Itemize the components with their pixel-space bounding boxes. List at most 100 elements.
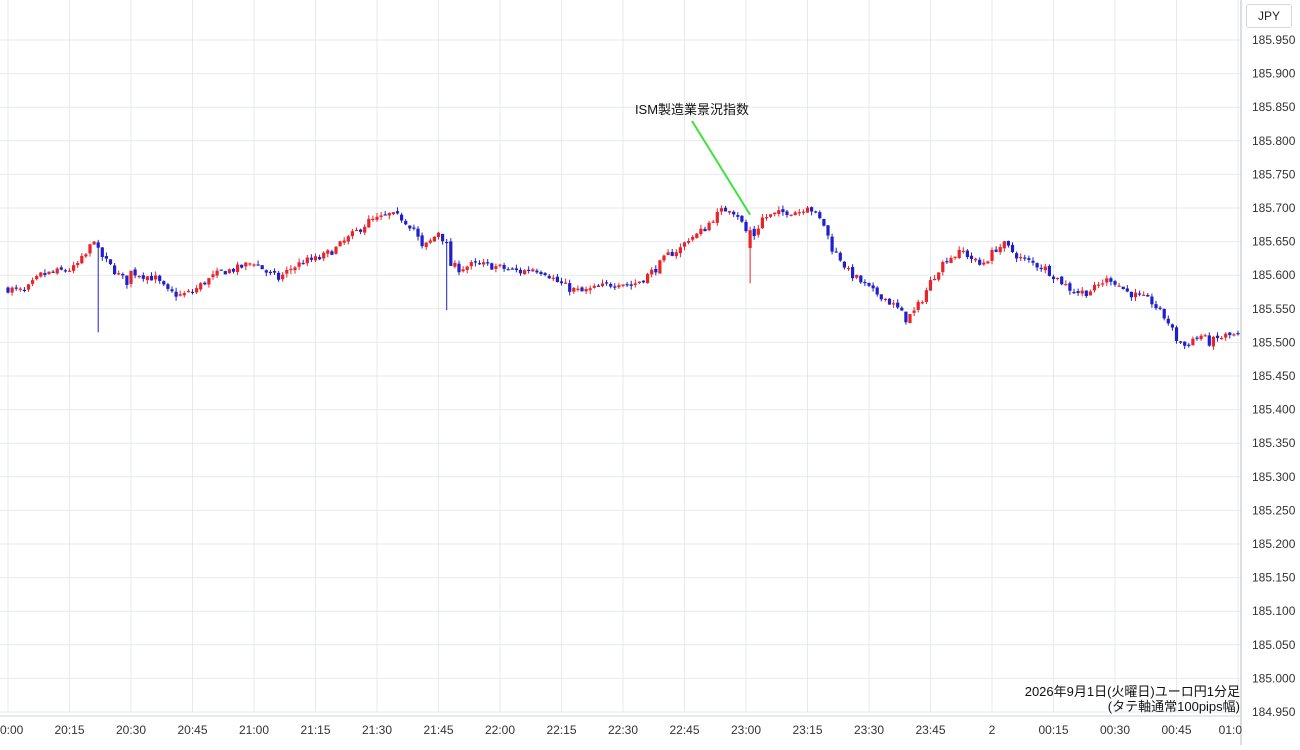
candle-body-down <box>1047 265 1051 276</box>
candle-body-down <box>559 281 564 284</box>
candle-body-up <box>482 262 486 265</box>
candle-body-up <box>1133 292 1138 298</box>
candle-body-down <box>473 261 477 263</box>
candle-body-up <box>961 250 965 253</box>
candle-body-down <box>1109 278 1113 282</box>
candle-body-down <box>871 285 875 289</box>
candle-body-up <box>1088 291 1092 296</box>
candle-body-up <box>584 288 588 292</box>
candle-body-up <box>1142 294 1146 296</box>
candle-body-down <box>330 251 334 255</box>
x-tick-label: 23:45 <box>915 723 945 737</box>
candle-body-up <box>933 278 937 281</box>
candle-body-up <box>1002 241 1006 249</box>
candle-body-up <box>588 288 592 291</box>
candle-body-down <box>703 228 707 232</box>
candle-body-up <box>928 280 933 291</box>
candle-body-up <box>289 268 293 271</box>
candle-body-down <box>904 311 908 323</box>
y-tick-label: 185.850 <box>1252 100 1296 114</box>
candle-body-up <box>47 271 51 274</box>
candle-body-up <box>322 252 326 259</box>
candle-body-up <box>26 284 31 290</box>
candle-body-down <box>1035 263 1039 268</box>
candle-body-up <box>67 270 72 272</box>
candle-body-up <box>924 290 928 302</box>
y-tick-label: 185.350 <box>1252 436 1296 450</box>
candle-body-up <box>227 269 231 274</box>
candle-body-down <box>359 229 363 232</box>
y-tick-label: 185.300 <box>1252 470 1296 484</box>
candle-body-down <box>1158 307 1162 309</box>
y-tick-label: 185.450 <box>1252 369 1296 383</box>
candle-body-up <box>379 215 383 217</box>
annotation-layer: ISM製造業景況指数 <box>635 102 751 216</box>
candle-body-down <box>231 268 236 272</box>
candle-body-down <box>121 273 125 276</box>
candle-body-up <box>39 272 43 277</box>
candle-body-up <box>1101 283 1105 285</box>
y-tick-label: 185.650 <box>1252 235 1296 249</box>
candle-body-up <box>182 293 186 296</box>
candle-body-down <box>383 214 387 216</box>
y-tick-label: 185.250 <box>1252 503 1296 517</box>
candle-body-up <box>334 246 338 254</box>
candle-body-up <box>773 212 777 215</box>
candle-body-up <box>666 252 670 256</box>
candle-body-down <box>1195 337 1199 339</box>
candle-body-up <box>892 303 896 305</box>
candle-body-up <box>564 282 568 284</box>
candle-body-up <box>523 270 527 275</box>
y-tick-label: 185.500 <box>1252 335 1296 349</box>
x-tick-label: 22:15 <box>546 723 576 737</box>
candle-body-down <box>535 270 539 273</box>
candle-body-down <box>1084 290 1088 297</box>
candle-body-up <box>974 258 978 261</box>
candle-body-up <box>338 241 342 247</box>
candle-body-up <box>461 269 465 272</box>
candle-body-up <box>428 240 432 243</box>
candle-body-down <box>547 275 551 279</box>
candle-body-up <box>1097 284 1101 286</box>
candle-body-up <box>621 284 625 286</box>
y-tick-label: 185.000 <box>1252 671 1296 685</box>
chart-svg: ISM製造業景況指数 185.950185.900185.850185.8001… <box>0 0 1296 745</box>
y-tick-label: 185.700 <box>1252 201 1296 215</box>
candle-body-down <box>1006 240 1010 246</box>
candle-body-up <box>937 272 941 280</box>
candle-body-up <box>211 274 215 277</box>
candle-body-down <box>416 228 420 237</box>
candle-body-down <box>1150 296 1154 305</box>
y-tick-label: 185.900 <box>1252 67 1296 81</box>
candle-body-down <box>670 252 674 256</box>
candle-body-down <box>104 256 108 259</box>
x-tick-label: 21:45 <box>423 723 453 737</box>
candle-body-up <box>920 302 924 304</box>
candle-body-down <box>814 211 818 213</box>
candle-body-down <box>108 259 113 265</box>
candle-body-up <box>986 261 990 264</box>
candle-body-up <box>695 233 699 238</box>
candle-body-up <box>326 250 330 254</box>
candle-body-up <box>424 242 428 248</box>
y-tick-label: 185.800 <box>1252 134 1296 148</box>
candle-body-up <box>367 218 371 228</box>
candle-body-up <box>391 212 395 215</box>
candle-body-down <box>174 291 178 297</box>
candle-body-up <box>178 294 182 296</box>
candle-body-down <box>834 251 838 253</box>
candle-body-up <box>1211 336 1215 347</box>
candle-body-down <box>818 212 822 219</box>
candle-body-up <box>363 226 367 233</box>
candle-body-up <box>998 247 1002 253</box>
candle-body-down <box>441 233 445 242</box>
candle-body-down <box>629 284 633 286</box>
candle-body-down <box>826 225 830 236</box>
candle-body-down <box>1068 283 1072 291</box>
x-tick-label: 00:45 <box>1161 723 1191 737</box>
candle-body-down <box>965 250 969 258</box>
candle-body-down <box>1170 324 1174 328</box>
candle-body-down <box>830 236 834 252</box>
candle-body-down <box>63 270 67 272</box>
candle-body-up <box>244 262 248 267</box>
